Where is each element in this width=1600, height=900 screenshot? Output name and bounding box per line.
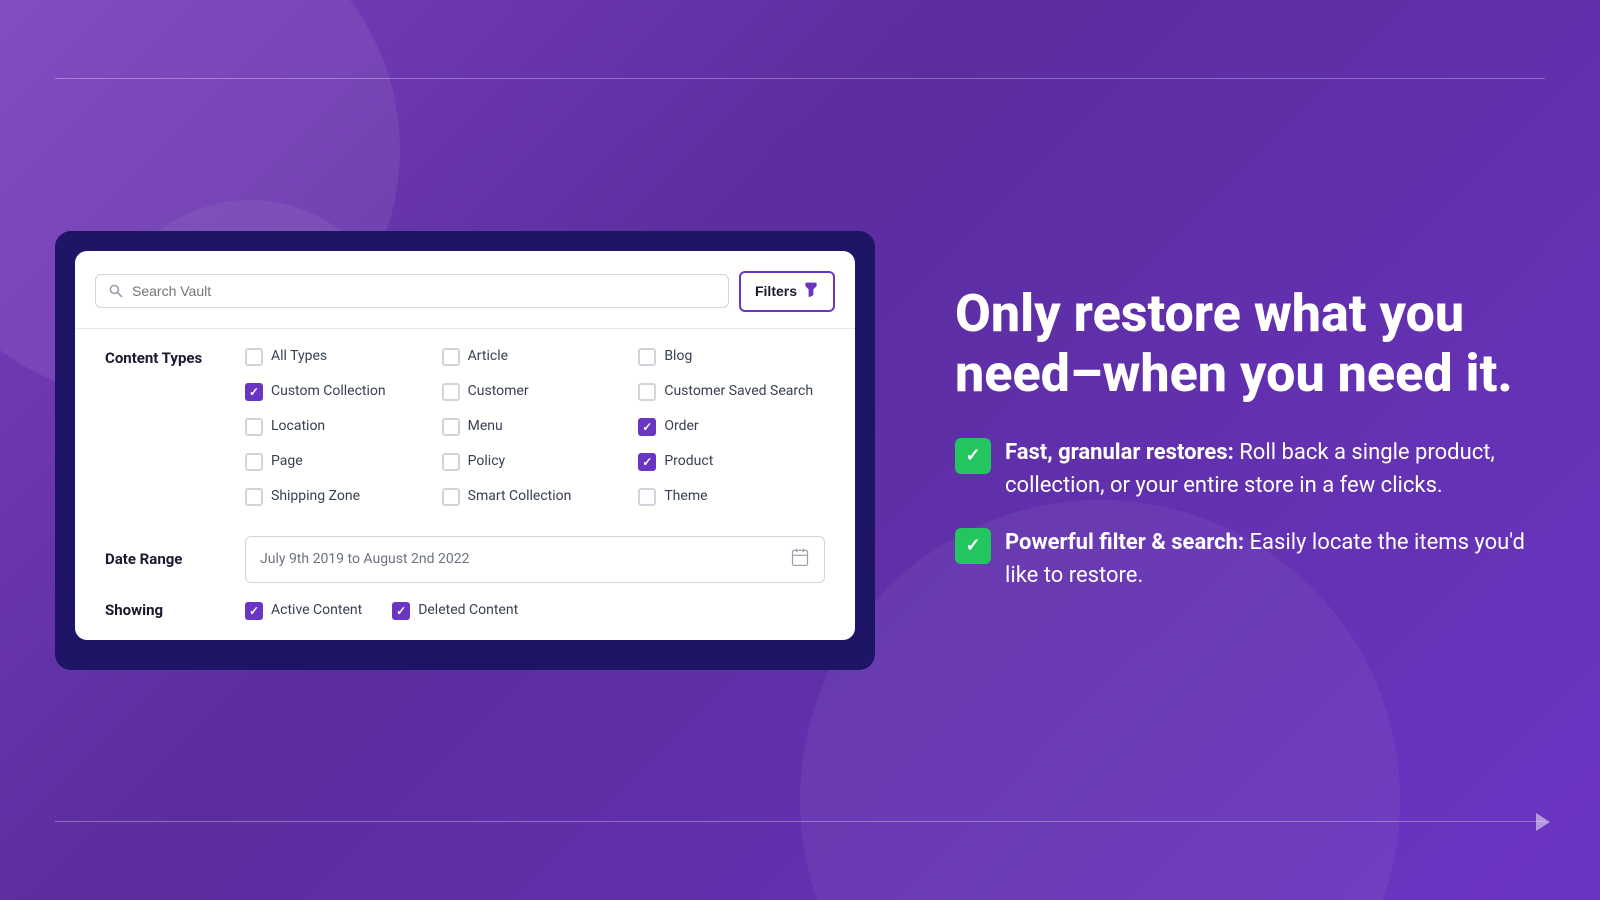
cb-theme bbox=[638, 488, 656, 506]
cb-all-types bbox=[245, 348, 263, 366]
date-range-label: Date Range bbox=[105, 550, 245, 568]
filter-funnel-icon bbox=[803, 281, 819, 302]
cb-order bbox=[638, 418, 656, 436]
checkbox-product[interactable]: Product bbox=[638, 452, 825, 471]
checkbox-shipping-zone[interactable]: Shipping Zone bbox=[245, 487, 432, 506]
label-product: Product bbox=[664, 452, 713, 470]
checkbox-menu[interactable]: Menu bbox=[442, 417, 629, 436]
search-input[interactable] bbox=[132, 283, 716, 299]
date-input-wrapper[interactable]: July 9th 2019 to August 2nd 2022 bbox=[245, 536, 825, 583]
feature-fast-restores: ✓ Fast, granular restores: Roll back a s… bbox=[955, 436, 1545, 502]
label-page: Page bbox=[271, 452, 303, 470]
feature-text-1: Fast, granular restores: Roll back a sin… bbox=[1005, 436, 1545, 502]
search-bar-row: Filters bbox=[75, 271, 855, 329]
cb-blog bbox=[638, 348, 656, 366]
checkbox-active-content[interactable]: Active Content bbox=[245, 601, 362, 620]
content-types-row: Content Types All Types Article bbox=[105, 347, 825, 506]
cb-policy bbox=[442, 453, 460, 471]
filter-panel: Filters Content Types bbox=[75, 251, 855, 640]
label-location: Location bbox=[271, 417, 325, 435]
cb-customer bbox=[442, 383, 460, 401]
left-panel: Filters Content Types bbox=[55, 231, 875, 670]
label-shipping-zone: Shipping Zone bbox=[271, 487, 360, 505]
checkbox-custom-collection[interactable]: Custom Collection bbox=[245, 382, 432, 401]
label-deleted-content: Deleted Content bbox=[418, 601, 518, 619]
green-check-icon-1: ✓ bbox=[955, 438, 991, 474]
label-smart-collection: Smart Collection bbox=[468, 487, 572, 505]
label-blog: Blog bbox=[664, 347, 692, 365]
showing-checkboxes: Active Content Deleted Content bbox=[245, 601, 518, 620]
label-custom-collection: Custom Collection bbox=[271, 382, 386, 400]
label-theme: Theme bbox=[664, 487, 707, 505]
checkbox-blog[interactable]: Blog bbox=[638, 347, 825, 366]
label-customer-saved-search: Customer Saved Search bbox=[664, 382, 813, 400]
label-active-content: Active Content bbox=[271, 601, 362, 619]
cb-location bbox=[245, 418, 263, 436]
checkbox-policy[interactable]: Policy bbox=[442, 452, 629, 471]
filters-label: Filters bbox=[755, 283, 797, 299]
content-types-section: Content Types All Types Article bbox=[75, 335, 855, 536]
checkbox-order[interactable]: Order bbox=[638, 417, 825, 436]
cb-custom-collection bbox=[245, 383, 263, 401]
checkbox-customer-saved-search[interactable]: Customer Saved Search bbox=[638, 382, 825, 401]
calendar-icon bbox=[790, 547, 810, 572]
checkbox-page[interactable]: Page bbox=[245, 452, 432, 471]
label-order: Order bbox=[664, 417, 698, 435]
label-article: Article bbox=[468, 347, 508, 365]
showing-label: Showing bbox=[105, 601, 245, 619]
checkbox-theme[interactable]: Theme bbox=[638, 487, 825, 506]
cb-shipping-zone bbox=[245, 488, 263, 506]
cb-product bbox=[638, 453, 656, 471]
date-range-value: July 9th 2019 to August 2nd 2022 bbox=[260, 551, 470, 567]
cb-active-content bbox=[245, 602, 263, 620]
checkbox-article[interactable]: Article bbox=[442, 347, 629, 366]
green-check-icon-2: ✓ bbox=[955, 528, 991, 564]
checkbox-location[interactable]: Location bbox=[245, 417, 432, 436]
cb-deleted-content bbox=[392, 602, 410, 620]
search-icon bbox=[108, 283, 124, 299]
checkbox-deleted-content[interactable]: Deleted Content bbox=[392, 601, 518, 620]
filters-button[interactable]: Filters bbox=[739, 271, 835, 312]
content-types-label: Content Types bbox=[105, 347, 245, 367]
headline: Only restore what you need–when you need… bbox=[955, 284, 1545, 404]
label-policy: Policy bbox=[468, 452, 506, 470]
showing-row: Showing Active Content Deleted Content bbox=[75, 601, 855, 620]
label-all-types: All Types bbox=[271, 347, 327, 365]
content-types-grid: All Types Article Blog bbox=[245, 347, 825, 506]
cb-menu bbox=[442, 418, 460, 436]
label-customer: Customer bbox=[468, 382, 529, 400]
main-layout: Filters Content Types bbox=[0, 0, 1600, 900]
checkbox-customer[interactable]: Customer bbox=[442, 382, 629, 401]
dark-card: Filters Content Types bbox=[55, 231, 875, 670]
feature-filter-search: ✓ Powerful filter & search: Easily locat… bbox=[955, 526, 1545, 592]
right-panel: Only restore what you need–when you need… bbox=[875, 284, 1545, 616]
cb-article bbox=[442, 348, 460, 366]
feature-bold-1: Fast, granular restores: bbox=[1005, 440, 1234, 465]
date-range-row: Date Range July 9th 2019 to August 2nd 2… bbox=[75, 536, 855, 583]
checkbox-all-types[interactable]: All Types bbox=[245, 347, 432, 366]
checkbox-smart-collection[interactable]: Smart Collection bbox=[442, 487, 629, 506]
cb-smart-collection bbox=[442, 488, 460, 506]
feature-text-2: Powerful filter & search: Easily locate … bbox=[1005, 526, 1545, 592]
label-menu: Menu bbox=[468, 417, 503, 435]
cb-customer-saved-search bbox=[638, 383, 656, 401]
cb-page bbox=[245, 453, 263, 471]
search-input-wrapper[interactable] bbox=[95, 274, 729, 308]
feature-bold-2: Powerful filter & search: bbox=[1005, 530, 1244, 555]
